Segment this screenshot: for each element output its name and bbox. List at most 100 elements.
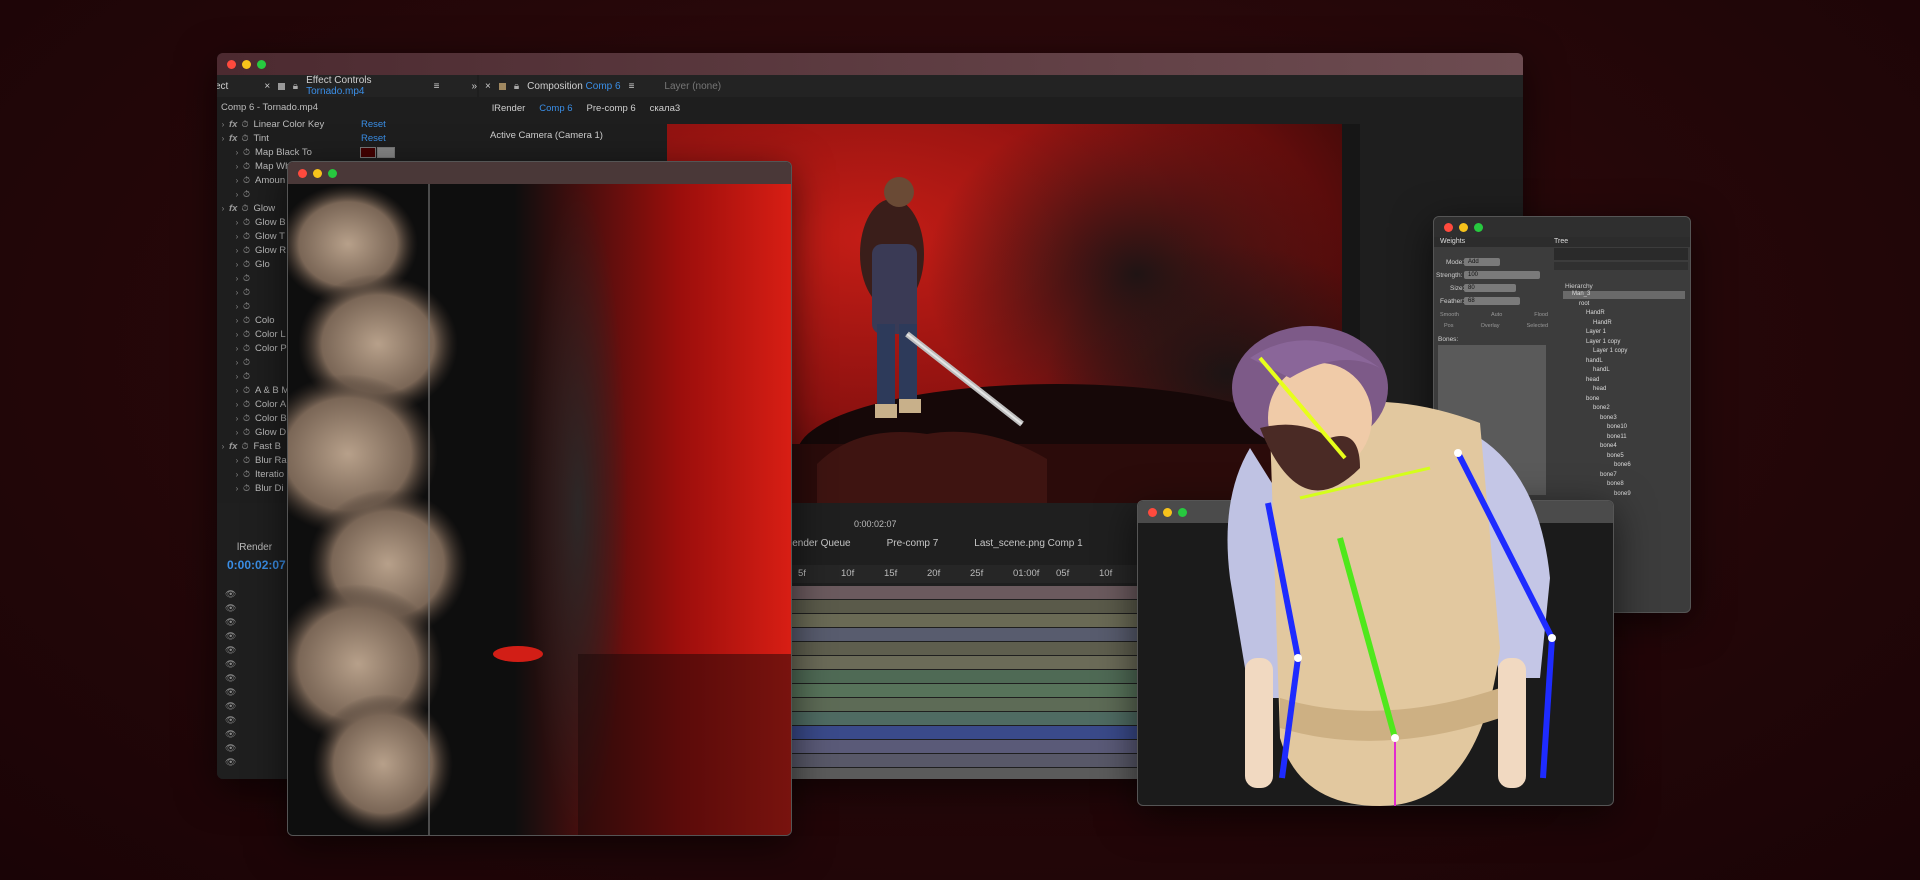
expand-chevron-icon[interactable]: ›: [231, 372, 243, 381]
minimize-window-button[interactable]: [242, 59, 251, 69]
stopwatch-icon[interactable]: ⏱: [243, 287, 255, 297]
expand-chevron-icon[interactable]: ›: [231, 456, 243, 465]
reset-link[interactable]: Reset: [361, 133, 386, 144]
comp-menu-icon[interactable]: ≡: [629, 81, 635, 92]
rig-maximize-button[interactable]: [1474, 222, 1483, 232]
composition-tab[interactable]: Composition Comp 6: [527, 81, 620, 92]
stopwatch-icon[interactable]: ⏱: [243, 357, 255, 367]
stopwatch-icon[interactable]: ⏱: [243, 245, 255, 255]
expand-chevron-icon[interactable]: ›: [231, 218, 243, 227]
reset-link[interactable]: Reset: [361, 119, 386, 130]
map-black-color-swatch[interactable]: [360, 147, 376, 158]
tree-node[interactable]: root: [1579, 301, 1589, 307]
stopwatch-icon[interactable]: ⏱: [243, 231, 255, 241]
comp-subtab-0[interactable]: lRender: [492, 103, 525, 114]
char-minimize-button[interactable]: [1163, 507, 1172, 517]
expand-chevron-icon[interactable]: ›: [217, 442, 229, 451]
expand-chevron-icon[interactable]: ›: [231, 414, 243, 423]
fx-icon[interactable]: fx: [229, 203, 237, 214]
stopwatch-icon[interactable]: ⏱: [241, 203, 253, 213]
truncated-panel-tab[interactable]: ect: [217, 81, 228, 92]
visibility-eye-icon[interactable]: 👁︎: [225, 715, 285, 729]
visibility-eye-icon[interactable]: 👁︎: [225, 687, 285, 701]
stopwatch-icon[interactable]: ⏱: [243, 175, 255, 185]
expand-chevron-icon[interactable]: ›: [231, 470, 243, 479]
rig-minimize-button[interactable]: [1459, 222, 1468, 232]
fx-icon[interactable]: fx: [229, 119, 237, 130]
eyedropper-icon[interactable]: [377, 147, 395, 158]
stopwatch-icon[interactable]: ⏱: [243, 161, 255, 171]
expand-chevron-icon[interactable]: ›: [231, 428, 243, 437]
stopwatch-icon[interactable]: ⏱: [243, 399, 255, 409]
close-window-button[interactable]: [227, 59, 236, 69]
comp-lock-icon[interactable]: 🔒︎: [514, 81, 519, 92]
stopwatch-icon[interactable]: ⏱: [243, 259, 255, 269]
stopwatch-icon[interactable]: ⏱: [243, 371, 255, 381]
maximize-window-button[interactable]: [257, 59, 266, 69]
visibility-eye-icon[interactable]: 👁︎: [225, 659, 285, 673]
stopwatch-icon[interactable]: ⏱: [243, 343, 255, 353]
expand-chevron-icon[interactable]: ›: [231, 316, 243, 325]
visibility-eye-icon[interactable]: 👁︎: [225, 603, 285, 617]
visibility-eye-icon[interactable]: 👁︎: [225, 757, 285, 771]
expand-chevron-icon[interactable]: ›: [231, 358, 243, 367]
precomp-7-tab[interactable]: Pre-comp 7: [887, 538, 939, 549]
tree-tab[interactable]: Tree: [1554, 238, 1568, 245]
visibility-eye-icon[interactable]: 👁︎: [225, 701, 285, 715]
timeline-render-tab[interactable]: lRender: [237, 542, 272, 553]
visibility-eye-icon[interactable]: 👁︎: [225, 589, 285, 603]
expand-chevron-icon[interactable]: ›: [231, 176, 243, 185]
stopwatch-icon[interactable]: ⏱: [243, 315, 255, 325]
visibility-eye-icon[interactable]: 👁︎: [225, 743, 285, 757]
stopwatch-icon[interactable]: ⏱: [241, 441, 253, 451]
fx-icon[interactable]: fx: [229, 133, 237, 144]
stopwatch-icon[interactable]: ⏱: [243, 385, 255, 395]
tree-node[interactable]: Man_3: [1572, 291, 1590, 297]
visibility-eye-icon[interactable]: 👁︎: [225, 673, 285, 687]
panel-menu-icon[interactable]: ≡: [434, 81, 440, 92]
stopwatch-icon[interactable]: ⏱: [243, 427, 255, 437]
close-tab-icon[interactable]: ×: [264, 81, 270, 92]
expand-chevron-icon[interactable]: ›: [231, 302, 243, 311]
stopwatch-icon[interactable]: ⏱: [243, 483, 255, 493]
smoke-maximize-button[interactable]: [328, 168, 337, 178]
stopwatch-icon[interactable]: ⏱: [243, 413, 255, 423]
expand-chevron-icon[interactable]: ›: [231, 162, 243, 171]
visibility-eye-icon[interactable]: 👁︎: [225, 645, 285, 659]
stopwatch-icon[interactable]: ⏱: [243, 329, 255, 339]
visibility-eye-icon[interactable]: 👁︎: [225, 617, 285, 631]
expand-chevron-icon[interactable]: ›: [217, 204, 229, 213]
stopwatch-icon[interactable]: ⏱: [243, 469, 255, 479]
stopwatch-icon[interactable]: ⏱: [243, 455, 255, 465]
stopwatch-icon[interactable]: ⏱: [243, 147, 255, 157]
render-queue-tab[interactable]: Render Queue: [785, 538, 851, 549]
expand-chevron-icon[interactable]: ›: [231, 246, 243, 255]
effect-row[interactable]: › fx ⏱ Tint Reset: [217, 131, 477, 145]
comp-subtab-1[interactable]: Comp 6: [539, 103, 572, 114]
timeline-timecode[interactable]: 0:00:02:07: [227, 558, 286, 572]
expand-chevron-icon[interactable]: ›: [217, 134, 229, 143]
layer-tab[interactable]: Layer (none): [664, 81, 721, 92]
stopwatch-icon[interactable]: ⏱: [243, 273, 255, 283]
smoke-minimize-button[interactable]: [313, 168, 322, 178]
stopwatch-icon[interactable]: ⏱: [241, 133, 253, 143]
rig-close-button[interactable]: [1444, 222, 1453, 232]
expand-chevron-icon[interactable]: ›: [231, 190, 243, 199]
effect-row[interactable]: › fx ⏱ Linear Color Key Reset: [217, 117, 477, 131]
expand-panels-icon[interactable]: »: [471, 81, 477, 92]
visibility-eye-icon[interactable]: 👁︎: [225, 631, 285, 645]
expand-chevron-icon[interactable]: ›: [231, 260, 243, 269]
stopwatch-icon[interactable]: ⏱: [243, 189, 255, 199]
stopwatch-icon[interactable]: ⏱: [243, 217, 255, 227]
expand-chevron-icon[interactable]: ›: [231, 386, 243, 395]
viewer-timecode[interactable]: 0:00:02:07: [854, 519, 897, 529]
effect-row[interactable]: › ⏱ Map Black To: [217, 145, 477, 159]
expand-chevron-icon[interactable]: ›: [231, 344, 243, 353]
comp-subtab-2[interactable]: Pre-comp 6: [587, 103, 636, 114]
expand-chevron-icon[interactable]: ›: [231, 400, 243, 409]
expand-chevron-icon[interactable]: ›: [217, 120, 229, 129]
stopwatch-icon[interactable]: ⏱: [241, 119, 253, 129]
weights-tab[interactable]: Weights: [1440, 238, 1465, 245]
lock-icon[interactable]: 🔒︎: [293, 81, 298, 92]
comp-subtab-3[interactable]: скала3: [650, 103, 681, 114]
